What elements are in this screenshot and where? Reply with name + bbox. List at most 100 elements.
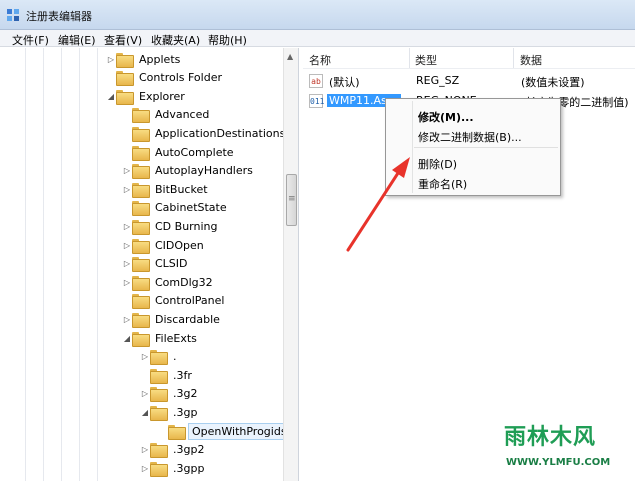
menu-help[interactable]: 帮助(H) (208, 32, 247, 48)
tree-node[interactable]: ▷ .3gpp (140, 459, 207, 477)
tree-node-label: .3gp (173, 405, 198, 419)
tree-node[interactable]: ▷ CIDOpen (122, 236, 207, 254)
expand-arrow-icon[interactable]: ▷ (122, 185, 132, 194)
tree-node-label: .3g2 (173, 387, 198, 401)
menu-item-modify-binary[interactable]: 修改二进制数据(B)... (418, 129, 522, 145)
folder-icon (132, 312, 150, 328)
folder-icon (132, 238, 150, 254)
folder-icon (132, 331, 150, 347)
tree-node[interactable]: ApplicationDestinations (122, 124, 288, 142)
collapse-arrow-icon[interactable]: ◢ (106, 92, 116, 101)
value-type: REG_SZ (416, 74, 460, 87)
folder-icon (132, 182, 150, 198)
tree-node-label: ApplicationDestinations (155, 126, 286, 140)
column-header-name[interactable]: 名称 (309, 52, 331, 68)
string-value-icon: ab (309, 74, 323, 88)
tree-node-label: Controls Folder (139, 71, 222, 85)
expand-arrow-icon[interactable]: ▷ (140, 445, 150, 454)
menu-view[interactable]: 查看(V) (104, 32, 142, 48)
tree-node[interactable]: ▷ CD Burning (122, 217, 220, 235)
tree-node-label: CabinetState (155, 201, 227, 215)
tree-node[interactable]: ◢ Explorer (106, 87, 188, 105)
folder-icon (150, 387, 168, 403)
tree-node-label: ControlPanel (155, 294, 225, 308)
expand-arrow-icon[interactable]: ▷ (140, 389, 150, 398)
folder-icon (132, 145, 150, 161)
scrollbar-thumb[interactable] (286, 174, 297, 226)
value-row[interactable]: ab (默认) REG_SZ (数值未设置) (307, 72, 633, 90)
tree-node-label: BitBucket (155, 182, 208, 196)
tree-node[interactable]: .3fr (140, 366, 195, 384)
menu-file[interactable]: 文件(F) (12, 32, 49, 48)
expand-arrow-icon[interactable]: ▷ (122, 315, 132, 324)
tree-node-label: ComDlg32 (155, 275, 213, 289)
folder-icon (150, 461, 168, 477)
header-divider (303, 68, 635, 69)
folder-icon (168, 424, 186, 440)
expand-arrow-icon[interactable]: ▷ (122, 259, 132, 268)
window-title: 注册表编辑器 (26, 10, 92, 23)
value-data: (数值未设置) (521, 76, 585, 89)
menu-item-modify[interactable]: 修改(M)... (418, 109, 474, 125)
tree-node[interactable]: ▷ AutoplayHandlers (122, 162, 256, 180)
folder-icon (132, 201, 150, 217)
menu-gutter (412, 101, 413, 193)
tree-node[interactable]: AutoComplete (122, 143, 237, 161)
menu-edit[interactable]: 编辑(E) (58, 32, 96, 48)
folder-icon (132, 294, 150, 310)
tree-node-label: Explorer (139, 89, 185, 103)
column-header-type[interactable]: 类型 (415, 52, 437, 68)
tree-node[interactable]: Controls Folder (106, 69, 225, 87)
tree-node-label: . (173, 350, 177, 364)
tree-node[interactable]: ▷ ComDlg32 (122, 273, 216, 291)
tree-node-label: FileExts (155, 331, 197, 345)
tree-scrollbar[interactable]: ▲ (283, 48, 298, 481)
column-separator[interactable] (409, 48, 410, 68)
tree-node[interactable]: ▷ CLSID (122, 255, 191, 273)
context-menu: 修改(M)... 修改二进制数据(B)... 删除(D) 重命名(R) (385, 98, 561, 196)
tree-node[interactable]: ▷ BitBucket (122, 180, 211, 198)
menu-favorites[interactable]: 收藏夹(A) (151, 32, 200, 48)
tree-node-label: Discardable (155, 312, 220, 326)
watermark-logo: 雨林木风 WWW.YLMFU.COM (498, 415, 630, 477)
tree-node-label: CIDOpen (155, 238, 204, 252)
expand-arrow-icon[interactable]: ▷ (122, 222, 132, 231)
tree-node[interactable]: ◢ .3gp (140, 403, 200, 421)
expand-arrow-icon[interactable]: ▷ (122, 278, 132, 287)
menu-item-delete[interactable]: 删除(D) (418, 156, 457, 172)
menu-separator (414, 147, 558, 148)
expand-arrow-icon[interactable]: ▷ (122, 241, 132, 250)
column-header-data[interactable]: 数据 (520, 52, 542, 68)
menu-bar: 文件(F) 编辑(E) 查看(V) 收藏夹(A) 帮助(H) (0, 30, 635, 47)
tree-node[interactable]: OpenWithProgids (158, 422, 291, 440)
expand-arrow-icon[interactable]: ▷ (140, 464, 150, 473)
tree-node-label: CLSID (155, 257, 188, 271)
expand-arrow-icon[interactable]: ▷ (106, 55, 116, 64)
tree-node[interactable]: Advanced (122, 106, 212, 124)
tree-node[interactable]: ▷. (140, 348, 180, 366)
tree-node[interactable]: ◢ FileExts (122, 329, 200, 347)
tree-node[interactable]: ▷ Applets (106, 50, 183, 68)
folder-icon (132, 257, 150, 273)
tree-node[interactable]: ▷ .3gp2 (140, 441, 207, 459)
tree-node[interactable]: CabinetState (122, 199, 230, 217)
column-separator[interactable] (513, 48, 514, 68)
tree-node-label: .3gpp (173, 461, 205, 475)
folder-icon (150, 368, 168, 384)
scroll-up-icon[interactable]: ▲ (287, 52, 293, 61)
tree-node[interactable]: ▷ Discardable (122, 310, 223, 328)
tree-node-label: Applets (139, 52, 181, 66)
title-bar: 注册表编辑器 (0, 0, 635, 30)
expand-arrow-icon[interactable]: ▷ (122, 166, 132, 175)
tree-node-label: AutoComplete (155, 145, 234, 159)
registry-tree[interactable]: ▷ Applets Controls Folder ◢ Explorer Advanced… (8, 48, 299, 481)
tree-node[interactable]: ControlPanel (122, 292, 227, 310)
tree-node[interactable]: ▷ .3g2 (140, 385, 200, 403)
expand-arrow-icon[interactable]: ▷ (140, 352, 150, 361)
folder-icon (132, 275, 150, 291)
collapse-arrow-icon[interactable]: ◢ (122, 334, 132, 343)
tree-node-label: AutoplayHandlers (155, 164, 253, 178)
collapse-arrow-icon[interactable]: ◢ (140, 408, 150, 417)
folder-icon (132, 108, 150, 124)
menu-item-rename[interactable]: 重命名(R) (418, 176, 467, 192)
